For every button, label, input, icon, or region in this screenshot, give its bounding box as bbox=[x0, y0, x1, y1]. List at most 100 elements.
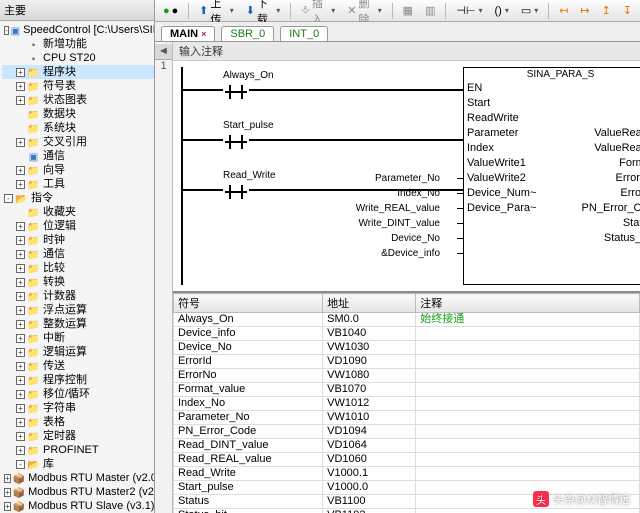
tree-item[interactable]: +📁字符串 bbox=[2, 401, 154, 415]
tree-item[interactable]: +📁比较 bbox=[2, 261, 154, 275]
wire-down-icon[interactable]: ↧ bbox=[619, 2, 636, 19]
tree-toggle-icon[interactable]: + bbox=[16, 68, 25, 77]
function-block-sina-para-s[interactable]: SINA_PARA_S ENStartReadWriteParameterVal… bbox=[463, 67, 640, 285]
table-row[interactable]: ErrorNoVW1080 bbox=[174, 369, 640, 383]
tree-item[interactable]: +📁中断 bbox=[2, 331, 154, 345]
tree-toggle-icon[interactable]: - bbox=[4, 26, 9, 35]
tree-item[interactable]: -📂库 bbox=[2, 457, 154, 471]
tree-item[interactable]: +📁向导 bbox=[2, 163, 154, 177]
table-row[interactable]: Device_NoVW1030 bbox=[174, 341, 640, 355]
tree-item[interactable]: +📁符号表 bbox=[2, 79, 154, 93]
wire-left-icon[interactable]: ↤ bbox=[555, 2, 572, 19]
rung-number[interactable]: 1 bbox=[155, 60, 172, 72]
contact-start_pulse[interactable]: Start_pulse bbox=[223, 133, 249, 151]
box-icon[interactable]: ▭▾ bbox=[517, 2, 542, 19]
tree-toggle-icon[interactable]: + bbox=[16, 376, 25, 385]
tree-toggle-icon[interactable]: + bbox=[16, 390, 25, 399]
tree-toggle-icon[interactable]: + bbox=[16, 222, 25, 231]
table-row[interactable]: Start_pulseV1000.0 bbox=[174, 481, 640, 495]
tree-item[interactable]: -📂指令 bbox=[2, 191, 154, 205]
table-row[interactable]: PN_Error_CodeVD1094 bbox=[174, 425, 640, 439]
tree-item[interactable]: +📁通信 bbox=[2, 247, 154, 261]
tree-item[interactable]: ▪新增功能 bbox=[2, 37, 154, 51]
new-button[interactable]: ●● bbox=[159, 3, 182, 19]
tab-main[interactable]: MAIN× bbox=[161, 26, 215, 41]
tree-toggle-icon[interactable]: + bbox=[4, 488, 11, 497]
tree-item[interactable]: +📁PROFINET bbox=[2, 443, 154, 457]
ladder-editor[interactable]: 输入注释 SINA_PARA_S ENStartReadWriteParamet… bbox=[173, 42, 640, 513]
tree-toggle-icon[interactable]: + bbox=[16, 138, 25, 147]
table-row[interactable]: Read_WriteV1000.1 bbox=[174, 467, 640, 481]
tree-item[interactable]: +📁浮点运算 bbox=[2, 303, 154, 317]
tree-toggle-icon[interactable]: + bbox=[16, 348, 25, 357]
tree-toggle-icon[interactable]: + bbox=[16, 82, 25, 91]
contact-icon[interactable]: ⊣⊢▾ bbox=[452, 2, 486, 19]
contact-read_write[interactable]: Read_Write bbox=[223, 183, 249, 201]
gutter-arrow[interactable]: ◄ bbox=[155, 44, 172, 60]
contact-always_on[interactable]: Always_On bbox=[223, 83, 249, 101]
tree-toggle-icon[interactable]: + bbox=[16, 306, 25, 315]
tree-item[interactable]: +📁整数运算 bbox=[2, 317, 154, 331]
tree-item[interactable]: +📁定时器 bbox=[2, 429, 154, 443]
tree-item[interactable]: ▪CPU ST20 bbox=[2, 51, 154, 65]
tab-int_0[interactable]: INT_0 bbox=[280, 26, 328, 41]
tree-toggle-icon[interactable]: - bbox=[4, 194, 13, 203]
project-tree[interactable]: -▣SpeedControl [C:\Users\SIMOTION\▪新增功能▪… bbox=[0, 21, 154, 513]
tree-toggle-icon[interactable]: + bbox=[16, 432, 25, 441]
tree-toggle-icon[interactable]: + bbox=[16, 236, 25, 245]
tree-item[interactable]: +📁时钟 bbox=[2, 233, 154, 247]
rung-comment[interactable]: 输入注释 bbox=[173, 42, 640, 61]
tree-item[interactable]: ▣通信 bbox=[2, 149, 154, 163]
table-row[interactable]: Read_REAL_valueVD1060 bbox=[174, 453, 640, 467]
table-row[interactable]: Index_NoVW1012 bbox=[174, 397, 640, 411]
tool-icon-2[interactable]: ▥ bbox=[421, 2, 439, 19]
wire-right-icon[interactable]: ↦ bbox=[576, 2, 593, 19]
tree-item[interactable]: +📁计数器 bbox=[2, 289, 154, 303]
tree-toggle-icon[interactable]: - bbox=[16, 460, 25, 469]
tree-toggle-icon[interactable]: + bbox=[16, 278, 25, 287]
tree-toggle-icon[interactable]: + bbox=[16, 320, 25, 329]
tree-item[interactable]: +📦Modbus RTU Master (v2.0) bbox=[2, 471, 154, 485]
tree-toggle-icon[interactable]: + bbox=[4, 502, 11, 511]
tree-item[interactable]: -▣SpeedControl [C:\Users\SIMOTION\ bbox=[2, 23, 154, 37]
tree-toggle-icon[interactable]: + bbox=[16, 166, 25, 175]
tree-item[interactable]: +📁逻辑运算 bbox=[2, 345, 154, 359]
table-row[interactable]: Always_OnSM0.0始终接通 bbox=[174, 313, 640, 327]
tree-item[interactable]: +📁移位/循环 bbox=[2, 387, 154, 401]
table-row[interactable]: Parameter_NoVW1010 bbox=[174, 411, 640, 425]
wire-up-icon[interactable]: ↥ bbox=[598, 2, 615, 19]
tree-toggle-icon[interactable]: + bbox=[4, 474, 11, 483]
table-row[interactable]: Read_DINT_valueVD1064 bbox=[174, 439, 640, 453]
tree-item[interactable]: 📁系统块 bbox=[2, 121, 154, 135]
tree-toggle-icon[interactable]: + bbox=[16, 292, 25, 301]
tree-item[interactable]: 📁收藏夹 bbox=[2, 205, 154, 219]
tree-item[interactable]: +📁程序块 bbox=[2, 65, 154, 79]
tab-sbr_0[interactable]: SBR_0 bbox=[221, 26, 274, 41]
tree-item[interactable]: +📁交叉引用 bbox=[2, 135, 154, 149]
table-row[interactable]: StatusVB1100 bbox=[174, 495, 640, 509]
tree-item[interactable]: +📁位逻辑 bbox=[2, 219, 154, 233]
tree-item[interactable]: +📁转换 bbox=[2, 275, 154, 289]
tree-item[interactable]: +📁表格 bbox=[2, 415, 154, 429]
table-row[interactable]: Device_infoVB1040 bbox=[174, 327, 640, 341]
tree-item[interactable]: +📁工具 bbox=[2, 177, 154, 191]
table-row[interactable]: Format_valueVB1070 bbox=[174, 383, 640, 397]
tree-toggle-icon[interactable]: + bbox=[16, 334, 25, 343]
tree-toggle-icon[interactable]: + bbox=[16, 96, 25, 105]
tree-toggle-icon[interactable]: + bbox=[16, 418, 25, 427]
tree-toggle-icon[interactable]: + bbox=[16, 180, 25, 189]
coil-icon[interactable]: ()▾ bbox=[491, 3, 513, 19]
symtable-header[interactable]: 地址 bbox=[323, 294, 416, 313]
tree-item[interactable]: +📦Modbus RTU Slave (v3.1) bbox=[2, 499, 154, 513]
tree-toggle-icon[interactable]: + bbox=[16, 250, 25, 259]
tree-toggle-icon[interactable]: + bbox=[16, 362, 25, 371]
close-icon[interactable]: × bbox=[201, 29, 206, 39]
table-row[interactable]: ErrorIdVD1090 bbox=[174, 355, 640, 369]
tree-toggle-icon[interactable]: + bbox=[16, 404, 25, 413]
tree-item[interactable]: +📦Modbus RTU Master2 (v2.0) bbox=[2, 485, 154, 499]
tree-item[interactable]: +📁程序控制 bbox=[2, 373, 154, 387]
tree-item[interactable]: 📁数据块 bbox=[2, 107, 154, 121]
tree-item[interactable]: +📁传送 bbox=[2, 359, 154, 373]
tree-item[interactable]: +📁状态图表 bbox=[2, 93, 154, 107]
symtable-header[interactable]: 符号 bbox=[174, 294, 323, 313]
